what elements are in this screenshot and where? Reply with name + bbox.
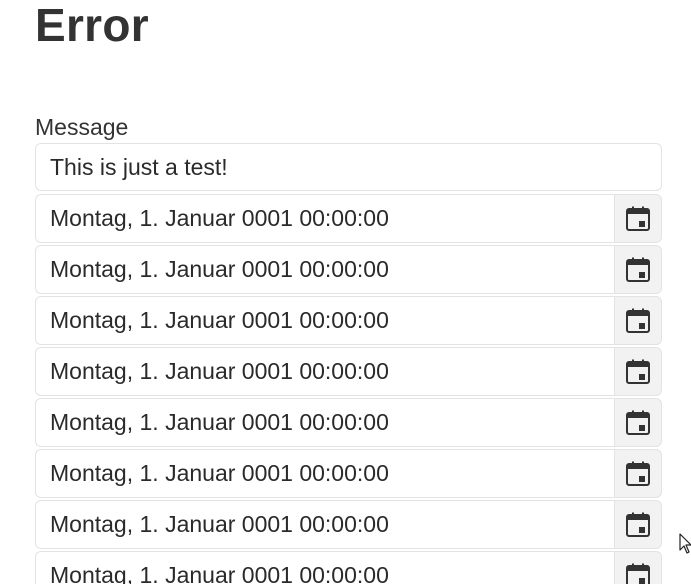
- error-page: Error Message Montag, 1. Januar 0001 00:…: [0, 0, 691, 584]
- calendar-icon: [626, 206, 650, 231]
- date-field[interactable]: Montag, 1. Januar 0001 00:00:00: [35, 245, 614, 294]
- date-row: Montag, 1. Januar 0001 00:00:00: [35, 500, 662, 549]
- date-field[interactable]: Montag, 1. Januar 0001 00:00:00: [35, 194, 614, 243]
- date-row: Montag, 1. Januar 0001 00:00:00: [35, 245, 662, 294]
- date-list: Montag, 1. Januar 0001 00:00:00 Montag, …: [35, 194, 662, 584]
- date-field[interactable]: Montag, 1. Januar 0001 00:00:00: [35, 296, 614, 345]
- date-picker-button[interactable]: [614, 296, 662, 345]
- date-field[interactable]: Montag, 1. Januar 0001 00:00:00: [35, 398, 614, 447]
- date-row: Montag, 1. Januar 0001 00:00:00: [35, 551, 662, 584]
- date-picker-button[interactable]: [614, 398, 662, 447]
- date-row: Montag, 1. Januar 0001 00:00:00: [35, 296, 662, 345]
- date-picker-button[interactable]: [614, 500, 662, 549]
- date-picker-button[interactable]: [614, 347, 662, 396]
- calendar-icon: [626, 512, 650, 537]
- date-field[interactable]: Montag, 1. Januar 0001 00:00:00: [35, 347, 614, 396]
- message-label: Message: [35, 114, 129, 140]
- date-picker-button[interactable]: [614, 551, 662, 584]
- date-field[interactable]: Montag, 1. Januar 0001 00:00:00: [35, 500, 614, 549]
- calendar-icon: [626, 308, 650, 333]
- date-field[interactable]: Montag, 1. Januar 0001 00:00:00: [35, 551, 614, 584]
- date-row: Montag, 1. Januar 0001 00:00:00: [35, 347, 662, 396]
- date-picker-button[interactable]: [614, 449, 662, 498]
- date-picker-button[interactable]: [614, 245, 662, 294]
- calendar-icon: [626, 257, 650, 282]
- calendar-icon: [626, 461, 650, 486]
- message-input[interactable]: [35, 143, 662, 191]
- calendar-icon: [626, 359, 650, 384]
- date-picker-button[interactable]: [614, 194, 662, 243]
- date-row: Montag, 1. Januar 0001 00:00:00: [35, 194, 662, 243]
- page-title: Error: [35, 0, 149, 51]
- calendar-icon: [626, 563, 650, 584]
- date-row: Montag, 1. Januar 0001 00:00:00: [35, 398, 662, 447]
- calendar-icon: [626, 410, 650, 435]
- date-field[interactable]: Montag, 1. Januar 0001 00:00:00: [35, 449, 614, 498]
- date-row: Montag, 1. Januar 0001 00:00:00: [35, 449, 662, 498]
- mouse-pointer-icon: [679, 533, 691, 554]
